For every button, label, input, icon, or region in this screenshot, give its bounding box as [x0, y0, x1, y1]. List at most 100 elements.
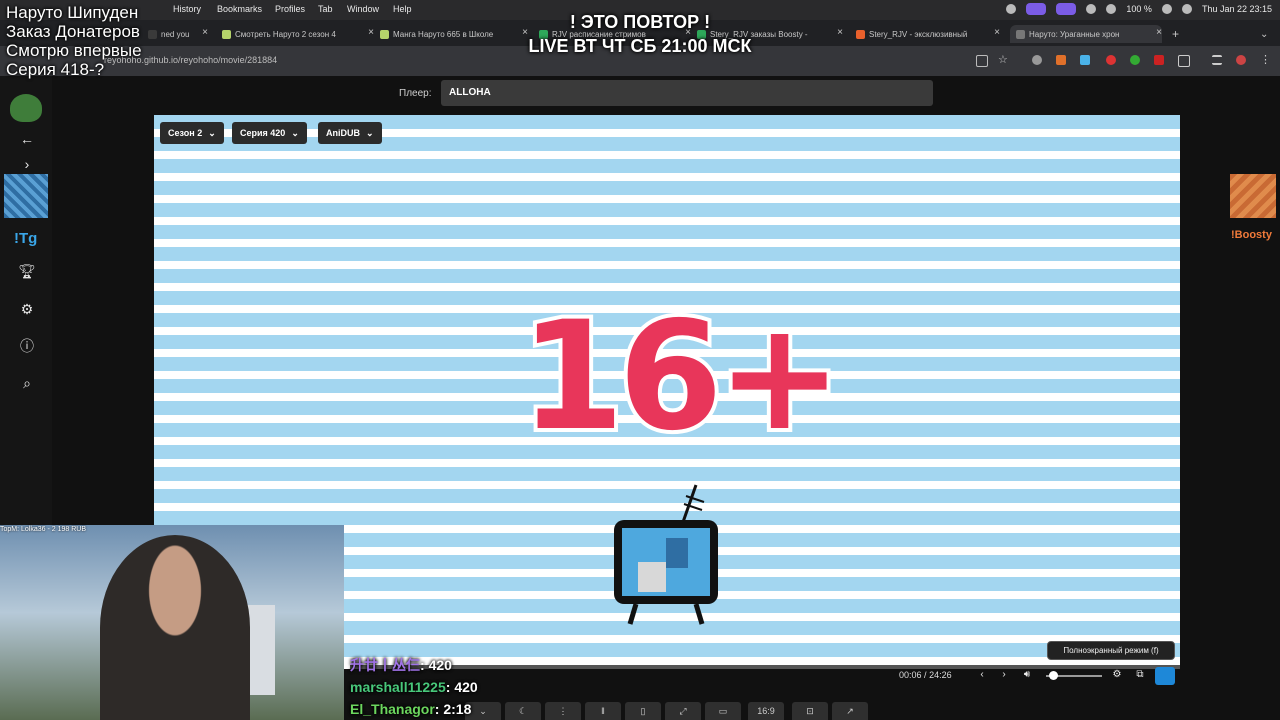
- tab-1[interactable]: ned you ×: [148, 25, 208, 43]
- play-status-icon[interactable]: [1106, 4, 1117, 14]
- gear-icon[interactable]: ⚙: [18, 300, 36, 318]
- info-icon[interactable]: ⓘ: [18, 337, 36, 355]
- episode-dropdown[interactable]: Серия 420 ⌄: [232, 122, 307, 144]
- tab-title: Stery_RJV - эксклюзивный: [869, 29, 968, 39]
- close-icon[interactable]: ×: [202, 27, 208, 38]
- chat-message: El_Thanagor: 2:18: [350, 701, 472, 717]
- new-tab-button[interactable]: +: [1172, 25, 1184, 43]
- player-label: Плеер:: [399, 88, 432, 99]
- toolbar-audio-icon[interactable]: ǁ: [585, 702, 621, 720]
- extensions-puzzle-icon[interactable]: [1178, 55, 1190, 67]
- clock[interactable]: Thu Jan 22 23:15: [1202, 4, 1272, 14]
- toolbar-external-icon[interactable]: ↗: [832, 702, 868, 720]
- extension-icon[interactable]: [1154, 55, 1164, 65]
- tab-favicon: [380, 29, 389, 39]
- chat-message: marshall11225: 420: [350, 679, 478, 695]
- next-episode-icon[interactable]: ›: [998, 669, 1010, 681]
- toolbar-moon-icon[interactable]: ☾: [505, 702, 541, 720]
- chevron-down-icon: ⌄: [208, 128, 216, 138]
- chat-user: El_Thanagor: [350, 701, 435, 717]
- back-arrow-icon[interactable]: ←: [18, 130, 36, 148]
- tab-search-chevron-icon[interactable]: ⌄: [1260, 25, 1272, 43]
- toolbar-split-icon[interactable]: ▯: [625, 702, 661, 720]
- chat-overlay: 升廿丨丛仨: 420 marshall11225: 420 El_Thanago…: [350, 654, 478, 720]
- toolbar-expand-icon[interactable]: ⤢: [665, 702, 701, 720]
- chat-text: 420: [454, 679, 478, 695]
- tab-favicon: [1016, 29, 1025, 39]
- fullscreen-tooltip: Полноэкранный режим (f): [1047, 641, 1175, 660]
- menu-tab[interactable]: Tab: [318, 4, 333, 14]
- frog-logo[interactable]: [10, 94, 42, 122]
- stream-info-overlay: Наруто Шипуден Заказ Донатеров Смотрю вп…: [6, 3, 142, 79]
- overlay-line: Смотрю впервые: [6, 41, 142, 60]
- chat-text: 420: [428, 657, 452, 673]
- tab-active[interactable]: Наруто: Ураганные хрон ×: [1010, 25, 1162, 43]
- extension-icon[interactable]: [1106, 55, 1116, 65]
- chat-message: 升廿丨丛仨: 420: [350, 657, 452, 673]
- settings-gear-icon[interactable]: ⚙: [1111, 669, 1123, 681]
- menu-history[interactable]: History: [173, 4, 201, 14]
- bookmark-star-icon[interactable]: ☆: [998, 55, 1008, 66]
- rerun-banner: ! ЭТО ПОВТОР ! LIVE ВТ ЧТ СБ 21:00 МСК: [440, 10, 840, 58]
- extension-icon[interactable]: [1080, 55, 1090, 65]
- profile-avatar[interactable]: [1236, 55, 1246, 65]
- time-total: 24:26: [929, 670, 952, 680]
- chat-user: 升廿丨丛仨: [350, 657, 420, 673]
- player-select[interactable]: ALLOHA: [441, 80, 933, 106]
- toolbar-theater-icon[interactable]: ▭: [705, 702, 741, 720]
- tab-title: Наруто: Ураганные хрон: [1029, 29, 1120, 39]
- forward-arrow-icon[interactable]: ›: [18, 155, 36, 173]
- rerun-title: ! ЭТО ПОВТОР !: [569, 12, 711, 32]
- close-icon[interactable]: ×: [1156, 27, 1162, 38]
- chat-text: 2:18: [443, 701, 472, 717]
- time-display: 00:06 / 24:26: [899, 670, 952, 680]
- menu-help[interactable]: Help: [393, 4, 412, 14]
- fullscreen-button[interactable]: [1155, 667, 1175, 685]
- prev-episode-icon[interactable]: ‹: [976, 669, 988, 681]
- extension-icon[interactable]: [1056, 55, 1066, 65]
- tg-link[interactable]: !Tg: [14, 230, 37, 247]
- screen-record-icon[interactable]: [1026, 3, 1047, 15]
- status-area: 100 % Thu Jan 22 23:15: [1006, 3, 1272, 15]
- close-icon[interactable]: ×: [994, 27, 1000, 38]
- volume-knob[interactable]: [1049, 671, 1058, 680]
- voice-dropdown[interactable]: AniDUB ⌄: [318, 122, 382, 144]
- voice-label: AniDUB: [326, 128, 360, 138]
- chevron-down-icon: ⌄: [366, 128, 374, 138]
- extension-icon[interactable]: [1130, 55, 1140, 65]
- menu-dots-icon[interactable]: ⋮: [1260, 55, 1271, 66]
- screen-share-icon[interactable]: [1056, 3, 1077, 15]
- toolbar-aspect-button[interactable]: 16:9: [748, 702, 784, 720]
- schedule-line: LIVE ВТ ЧТ СБ 21:00 МСК: [528, 36, 752, 56]
- boosty-link[interactable]: !Boosty: [1231, 229, 1272, 241]
- menu-profiles[interactable]: Profiles: [275, 4, 305, 14]
- top-donator: TopM: Lolka36 - 2 198 RUB: [0, 526, 86, 533]
- popout-icon[interactable]: ⧉: [1134, 669, 1146, 681]
- overlay-line: Наруто Шипуден: [6, 3, 139, 22]
- age-rating: 16+: [516, 290, 846, 464]
- search-icon[interactable]: ⌕: [18, 374, 36, 392]
- toolbar-screenshot-icon[interactable]: ⊡: [792, 702, 828, 720]
- toolbar-grid-icon[interactable]: ⋮: [545, 702, 581, 720]
- season-label: Сезон 2: [168, 128, 203, 138]
- tab-title: ned you: [161, 29, 190, 39]
- status-icon[interactable]: [1006, 4, 1017, 14]
- time-separator: /: [924, 670, 927, 680]
- reading-list-icon[interactable]: [1212, 55, 1222, 65]
- season-dropdown[interactable]: Сезон 2 ⌄: [160, 122, 224, 144]
- extension-icon[interactable]: [1032, 55, 1042, 65]
- wifi-icon[interactable]: [1161, 4, 1172, 14]
- battery-label: 100 %: [1126, 4, 1152, 14]
- tab-2[interactable]: Смотреть Наруто 2 сезон 4 ×: [222, 25, 374, 43]
- close-icon[interactable]: ×: [368, 27, 374, 38]
- volume-icon[interactable]: 🔊︎: [1021, 669, 1033, 681]
- install-app-icon[interactable]: [976, 55, 988, 67]
- tab-6[interactable]: Stery_RJV - эксклюзивный ×: [856, 25, 1000, 43]
- menu-window[interactable]: Window: [347, 4, 379, 14]
- trophy-icon[interactable]: 🏆︎: [18, 262, 36, 280]
- menu-bookmarks[interactable]: Bookmarks: [217, 4, 262, 14]
- tab-title: Смотреть Наруто 2 сезон 4: [235, 29, 336, 39]
- spotlight-icon[interactable]: [1181, 4, 1192, 14]
- chat-user: marshall11225: [350, 679, 446, 695]
- wechat-icon[interactable]: [1086, 4, 1097, 14]
